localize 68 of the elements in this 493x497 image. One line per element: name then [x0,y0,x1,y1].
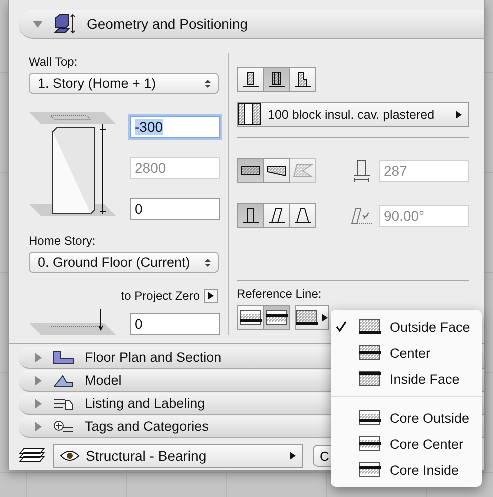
structure-button[interactable] [263,67,290,92]
angle-icon [351,206,373,226]
stepper-icon [204,78,212,88]
eye-icon [60,450,80,462]
composite-wall-icon [268,70,286,88]
menu-arrow-button[interactable] [204,289,218,303]
composite-select[interactable]: 100 block insul. cav. plastered [237,102,469,127]
menu-item-label: Core Center [390,436,464,452]
slant-button[interactable] [263,203,290,228]
menu-item-label: Center [390,346,431,360]
menu-item-label: Inside Face [390,372,460,386]
field-label: Home Story: [29,234,97,248]
section-title: Tags and Categories [85,419,209,434]
structure-button[interactable] [289,67,316,92]
menu-item[interactable]: Outside Face [331,314,482,340]
field-label: to Project Zero [121,289,200,303]
expand-triangle-icon[interactable] [33,398,43,408]
profile-wall-icon [294,70,312,88]
field-label: Wall Top: [29,55,79,69]
section-title: Listing and Labeling [85,396,206,411]
layer-select[interactable]: Structural - Bearing [53,444,303,468]
section-title: Geometry and Positioning [87,16,248,32]
menu-item[interactable]: Core Inside [331,457,482,483]
thickness-icon [353,160,371,182]
expand-triangle-icon[interactable] [33,422,43,432]
expand-triangle-icon[interactable] [33,352,43,362]
home-story-select[interactable]: 0. Ground Floor (Current) [29,252,219,273]
reference-line-button[interactable] [263,305,290,330]
geometry-button[interactable] [263,158,290,183]
composite-icon [238,103,262,126]
wall-top-select[interactable]: 1. Story (Home + 1) [29,73,219,94]
geometry-button[interactable] [237,158,264,183]
collapse-triangle-icon[interactable] [33,19,43,29]
section-title: Floor Plan and Section [85,350,222,365]
layers-icon [19,448,45,464]
base-offset-field[interactable]: 0 [130,198,220,220]
play-icon [208,292,214,300]
floor-plan-icon [53,350,75,364]
slanted-wall-icon [268,206,286,224]
basic-wall-icon [242,70,260,88]
layer-name: Structural - Bearing [86,448,207,464]
composite-name: 100 block insul. cav. plastered [268,108,435,122]
tag-icon [53,420,75,434]
expand-triangle-icon[interactable] [33,376,43,386]
arrow-icon [456,110,462,118]
slant-button[interactable] [289,203,316,228]
structure-button[interactable] [237,67,264,92]
trapezoid-wall-icon [266,164,286,176]
model-icon [53,374,75,388]
section-header[interactable]: Geometry and Positioning [19,10,484,39]
reference-line-menu-button[interactable] [295,305,329,330]
reference-line-button[interactable] [237,305,264,330]
menu-item-label: Core Inside [390,462,460,478]
slant-button[interactable] [237,203,264,228]
section-title: Model [85,373,122,388]
arrow-icon [322,314,328,322]
arrow-icon [290,452,296,460]
perpendicular-wall-icon [242,206,260,224]
project-zero-field[interactable]: 0 [130,313,220,335]
straight-wall-icon [240,164,260,176]
double-slanted-wall-icon [294,206,312,224]
wall-geometry-icon [53,13,77,35]
stepper-icon [204,258,212,268]
listing-icon [53,396,75,410]
polygonal-wall-icon [292,164,312,178]
field-label: Reference Line: [237,287,323,301]
top-offset-field[interactable]: -300 [130,116,220,138]
menu-item-label: Outside Face [390,320,470,334]
